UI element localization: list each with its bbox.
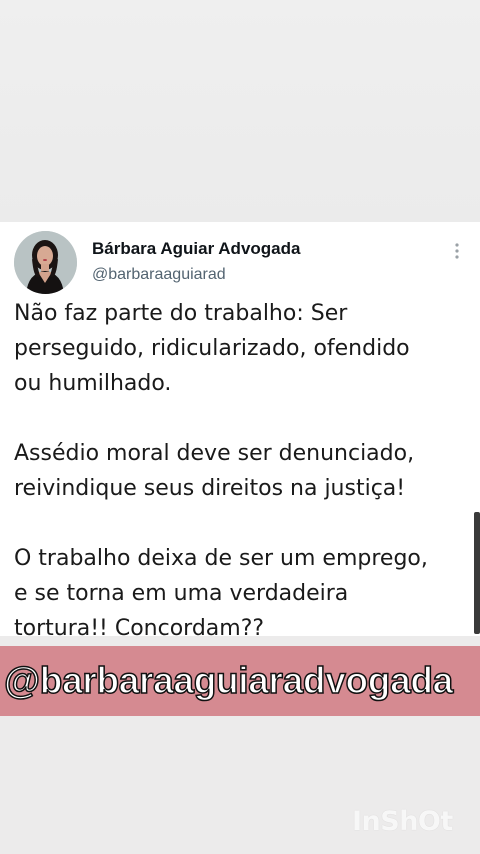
vertical-dots-icon[interactable] — [450, 240, 464, 264]
author-avatar[interactable] — [14, 231, 77, 294]
author-name[interactable]: Bárbara Aguiar Advogada — [92, 239, 300, 259]
banner-handle-text: @barbaraaguiaradvogada — [3, 659, 454, 702]
tweet-paragraph: Não faz parte do trabalho: Ser perseguid… — [14, 301, 410, 396]
tweet-body: Não faz parte do trabalho: Ser perseguid… — [14, 296, 469, 646]
video-background-top — [0, 0, 480, 222]
author-handle[interactable]: @barbaraaguiarad — [92, 266, 226, 284]
tweet-paragraph: O trabalho deixa de ser um emprego, e se… — [14, 546, 428, 641]
avatar-portrait-icon — [14, 231, 77, 294]
tweet-paragraph: Assédio moral deve ser denunciado, reivi… — [14, 441, 415, 501]
inshot-watermark: InShOt — [352, 806, 453, 837]
scrollbar-thumb[interactable] — [474, 512, 480, 634]
